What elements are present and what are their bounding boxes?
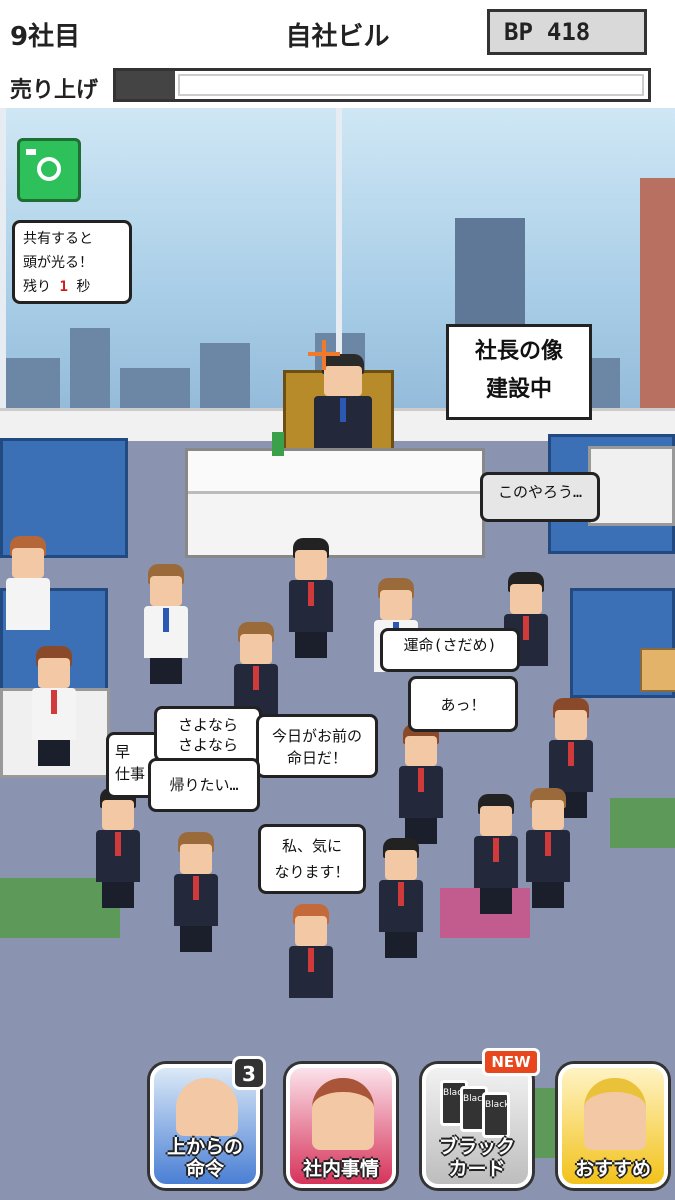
bp-display: BP 418 (487, 9, 647, 55)
speech-bubble: さよなら さよなら (154, 706, 262, 762)
speech-bubble: 私、気に なります！ (258, 824, 366, 894)
share-hint-line1: 共有すると (23, 231, 93, 247)
speech-bubble: このやろう… (480, 472, 600, 522)
orders-count-badge: 3 (232, 1056, 266, 1090)
black-card-icon: Black (482, 1092, 510, 1138)
internal-affairs-label: 社内事情 (302, 1158, 379, 1180)
sales-progress-fill (116, 71, 175, 99)
share-camera-button[interactable] (17, 138, 81, 202)
employee[interactable] (285, 538, 337, 658)
orders-from-above-button[interactable]: 3 上からの 命令 (150, 1056, 266, 1188)
employee[interactable] (2, 536, 54, 656)
cardboard-box (640, 648, 675, 692)
window-frame-left (0, 108, 6, 438)
black-card-label: ブラック カード (438, 1136, 515, 1180)
camera-flash-icon (26, 149, 36, 155)
speech-bubble: 今日がお前の 命日だ！ (256, 714, 378, 778)
employee[interactable] (28, 646, 80, 766)
recommended-label: おすすめ (574, 1158, 651, 1180)
black-card-button[interactable]: Black Black Black NEW ブラック カード (422, 1048, 540, 1188)
sales-progress-remaining (178, 74, 644, 96)
monitor-right (588, 446, 675, 526)
sales-progress-bar (113, 68, 651, 102)
top-hud: 9社目 自社ビル BP 418 売り上げ (0, 0, 675, 108)
statue-marker-h (308, 352, 340, 356)
sales-label: 売り上げ (10, 78, 99, 103)
new-badge: NEW (482, 1048, 540, 1076)
company-president[interactable] (308, 354, 378, 474)
share-hint-line2: 頭が光る！ (23, 255, 93, 271)
statue-sign-line1: 社長の像 (474, 339, 563, 364)
share-hint-timer: 残り 1 秒 (23, 279, 91, 295)
executive-portrait (176, 1078, 238, 1136)
bp-label: BP (504, 18, 533, 46)
employee[interactable] (375, 838, 427, 958)
office-scene[interactable]: 共有すると 頭が光る！ 残り 1 秒 社長の像 建設中 このやろう… 運命(さだ… (0, 108, 675, 1200)
speech-bubble: 帰りたい… (148, 758, 260, 812)
speech-bubble: 運命(さだめ) (380, 628, 520, 672)
floor-tile-green-3 (610, 798, 675, 848)
employee[interactable] (170, 832, 222, 952)
office-lady-portrait (312, 1078, 374, 1150)
recommended-button[interactable]: おすすめ (558, 1064, 668, 1188)
employee[interactable] (470, 794, 522, 914)
employee[interactable] (395, 724, 447, 844)
employee[interactable] (285, 904, 337, 1024)
drink-can (272, 432, 284, 456)
employee[interactable] (92, 788, 144, 908)
statue-sign-line2: 建設中 (485, 377, 552, 402)
orders-button-label: 上からの 命令 (166, 1136, 243, 1180)
share-hint-bubble: 共有すると 頭が光る！ 残り 1 秒 (12, 220, 132, 304)
blonde-girl-portrait (584, 1078, 646, 1150)
bp-value: 418 (546, 18, 591, 46)
employee[interactable] (140, 564, 192, 684)
statue-construction-sign[interactable]: 社長の像 建設中 (446, 324, 592, 420)
employee[interactable] (522, 788, 574, 908)
internal-affairs-button[interactable]: 社内事情 (286, 1064, 396, 1188)
camera-icon (37, 157, 61, 181)
speech-bubble: あっ！ (408, 676, 518, 732)
